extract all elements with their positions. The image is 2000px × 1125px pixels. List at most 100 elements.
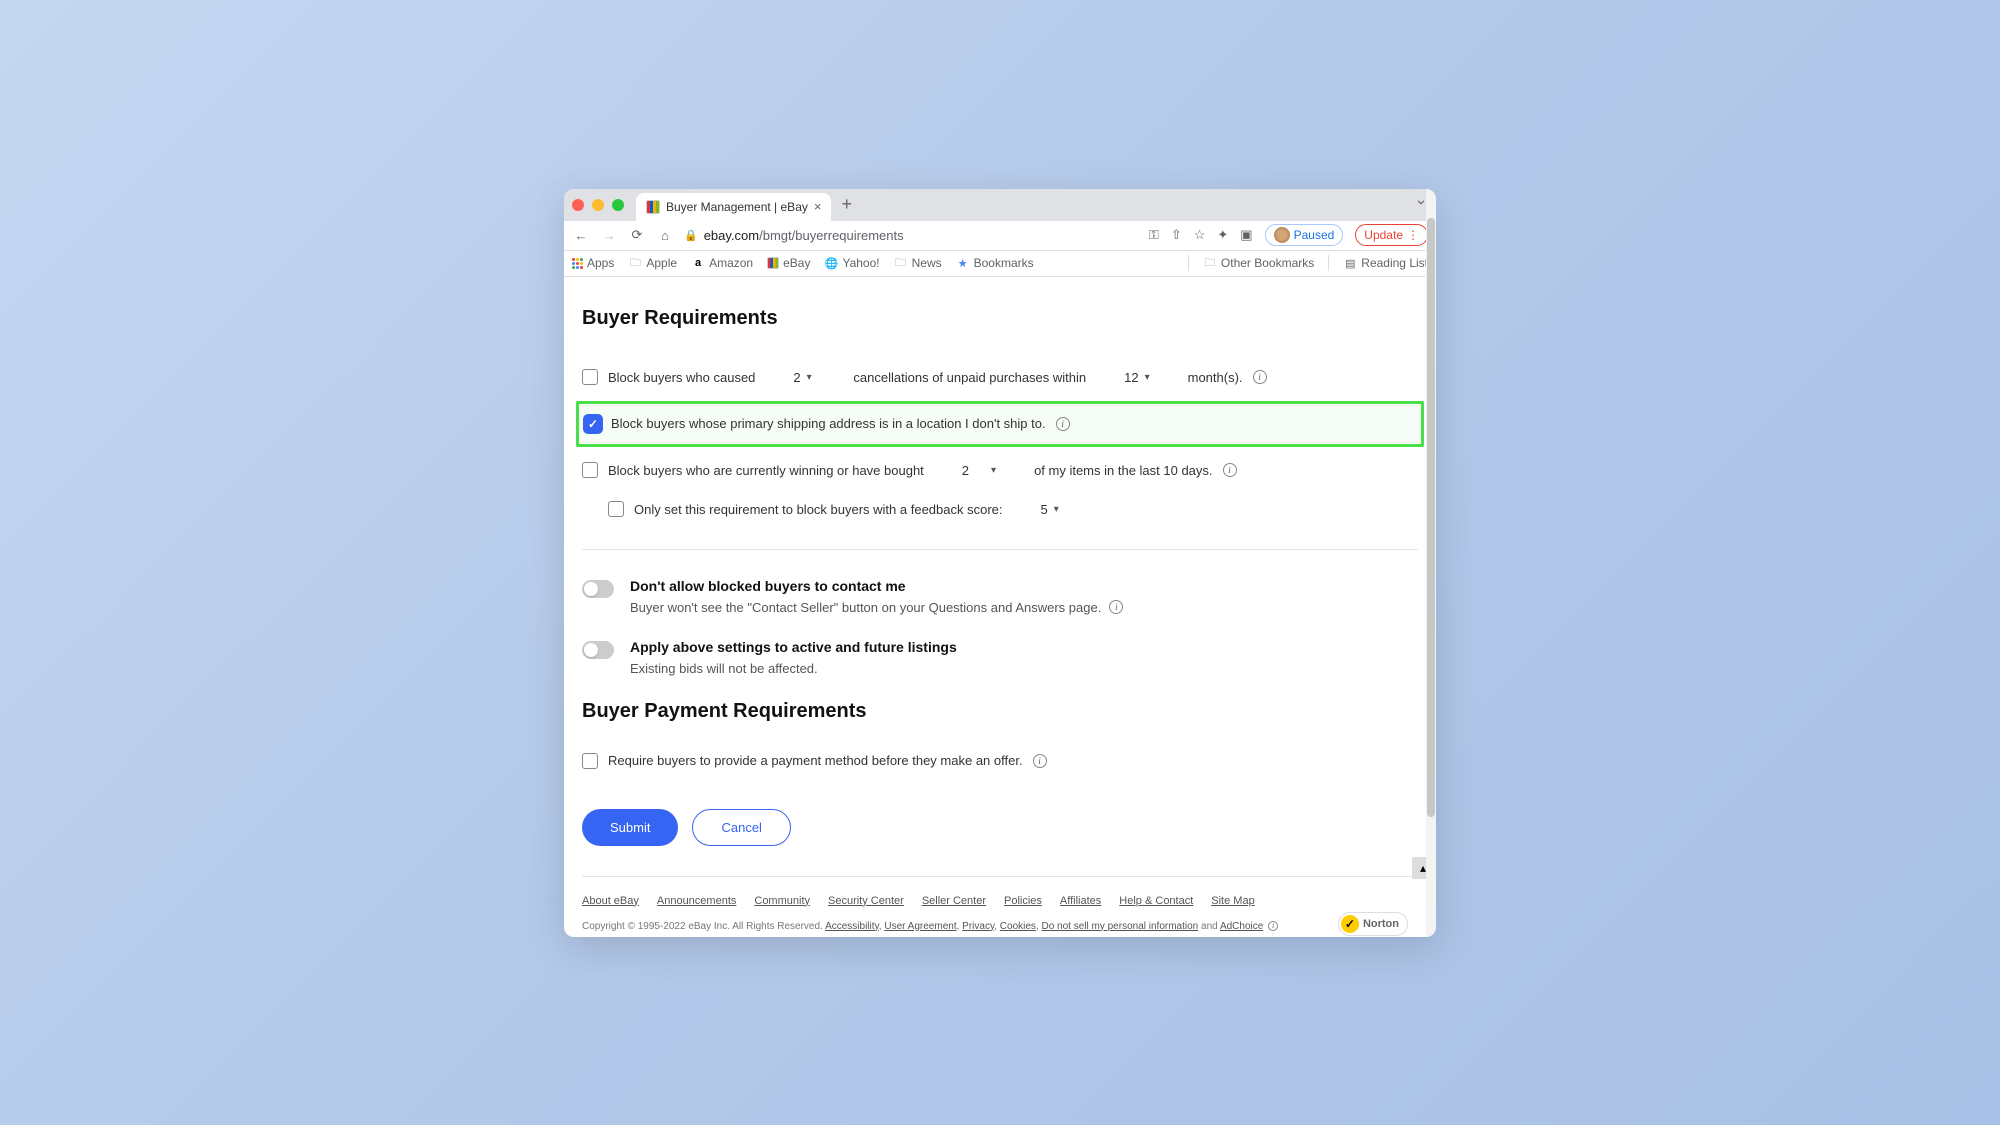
legal-link[interactable]: Cookies [1000, 921, 1036, 932]
require-payment-checkbox[interactable] [582, 753, 598, 769]
label-text: of my items in the last 10 days. [1034, 463, 1212, 478]
browser-tab[interactable]: Buyer Management | eBay × [636, 193, 831, 221]
globe-icon: 🌐 [824, 256, 838, 270]
apps-label: Apps [587, 256, 614, 270]
footer-link[interactable]: Announcements [657, 895, 737, 907]
page-title: Buyer Requirements [582, 307, 1418, 330]
unpaid-count-select[interactable]: 2 ▾ [789, 368, 819, 387]
divider [1188, 255, 1189, 271]
require-payment-row: Require buyers to provide a payment meth… [582, 743, 1418, 779]
forward-button[interactable]: → [600, 228, 618, 243]
divider [1328, 255, 1329, 271]
norton-label: Norton [1363, 918, 1399, 930]
bookmark-yahoo[interactable]: 🌐Yahoo! [824, 256, 879, 270]
bookmark-star-icon[interactable]: ☆ [1194, 227, 1206, 243]
bookmark-bookmarks[interactable]: ★Bookmarks [956, 256, 1034, 270]
close-window-button[interactable] [572, 199, 584, 211]
info-icon[interactable] [1268, 921, 1278, 931]
feedback-score-checkbox[interactable] [608, 501, 624, 517]
star-icon: ★ [956, 256, 970, 270]
toggle-contact-row: Don't allow blocked buyers to contact me… [582, 578, 1418, 615]
url-input[interactable]: 🔒 ebay.com/bmgt/buyerrequirements [684, 228, 1139, 243]
toggle-desc: Existing bids will not be affected. [630, 661, 818, 676]
chevron-down-icon: ▾ [991, 465, 996, 476]
bookmark-apple[interactable]: 🗀Apple [628, 256, 677, 270]
norton-badge[interactable]: ✓ Norton [1338, 912, 1408, 936]
legal-link[interactable]: Accessibility [825, 921, 879, 932]
footer-link[interactable]: Security Center [828, 895, 904, 907]
winning-count-select[interactable]: 2 ▾ [958, 461, 1000, 480]
cancel-button[interactable]: Cancel [692, 809, 790, 846]
traffic-lights [572, 199, 624, 211]
close-tab-icon[interactable]: × [814, 199, 822, 214]
home-button[interactable]: ⌂ [656, 228, 674, 243]
chevron-down-icon: ▾ [807, 372, 812, 383]
new-tab-button[interactable]: + [841, 194, 852, 215]
footer-link[interactable]: Affiliates [1060, 895, 1101, 907]
info-icon[interactable] [1033, 754, 1047, 768]
feedback-score-row: Only set this requirement to block buyer… [582, 490, 1418, 529]
block-contact-toggle[interactable] [582, 580, 614, 598]
url-text: ebay.com/bmgt/buyerrequirements [704, 228, 904, 243]
divider [582, 549, 1418, 550]
bookmark-amazon[interactable]: aAmazon [691, 256, 753, 270]
unpaid-months-select[interactable]: 12 ▾ [1120, 368, 1154, 387]
label-text: Block buyers whose primary shipping addr… [611, 416, 1046, 431]
footer-link[interactable]: Policies [1004, 895, 1042, 907]
vertical-scrollbar[interactable] [1426, 189, 1436, 937]
reload-button[interactable]: ⟳ [628, 227, 646, 243]
info-icon[interactable] [1056, 417, 1070, 431]
profile-paused-pill[interactable]: Paused [1265, 224, 1344, 246]
info-icon[interactable] [1223, 463, 1237, 477]
block-unpaid-checkbox[interactable] [582, 369, 598, 385]
feedback-score-select[interactable]: 5 ▾ [1037, 500, 1067, 519]
avatar-icon [1274, 227, 1290, 243]
apply-listings-toggle[interactable] [582, 641, 614, 659]
apps-grid-icon [572, 258, 583, 269]
other-bookmarks[interactable]: 🗀Other Bookmarks [1203, 256, 1314, 270]
bookmark-ebay[interactable]: eBay [767, 256, 810, 270]
footer-link[interactable]: Community [754, 895, 810, 907]
footer-link[interactable]: About eBay [582, 895, 639, 907]
footer-link[interactable]: Help & Contact [1119, 895, 1193, 907]
legal-link[interactable]: Do not sell my personal information [1041, 921, 1198, 932]
chevron-down-icon: ▾ [1054, 504, 1059, 515]
footer: About eBay Announcements Community Secur… [582, 876, 1418, 937]
button-row: Submit Cancel [582, 809, 1418, 846]
paused-label: Paused [1294, 228, 1335, 242]
ebay-icon [767, 257, 779, 269]
toolbar-right: ⚿ ⇧ ☆ ✦ ▣ Paused Update ⋮ [1149, 224, 1428, 246]
address-bar: ← → ⟳ ⌂ 🔒 ebay.com/bmgt/buyerrequirement… [564, 221, 1436, 251]
info-icon[interactable] [1109, 600, 1123, 614]
legal-link[interactable]: Privacy [962, 921, 994, 932]
lock-icon: 🔒 [684, 229, 698, 242]
footer-link[interactable]: Site Map [1211, 895, 1254, 907]
page-content: Buyer Requirements Block buyers who caus… [564, 277, 1436, 937]
back-button[interactable]: ← [572, 228, 590, 243]
label-text: Block buyers who caused [608, 370, 755, 385]
cast-icon[interactable]: ▣ [1240, 227, 1252, 243]
submit-button[interactable]: Submit [582, 809, 678, 846]
toggle-desc: Buyer won't see the "Contact Seller" but… [630, 600, 1101, 615]
tab-strip: Buyer Management | eBay × + [564, 189, 1436, 221]
legal-link[interactable]: AdChoice [1220, 921, 1263, 932]
minimize-window-button[interactable] [592, 199, 604, 211]
legal-link[interactable]: User Agreement [884, 921, 956, 932]
apps-shortcut[interactable]: Apps [572, 256, 614, 270]
chevron-down-icon: ▾ [1145, 372, 1150, 383]
footer-link[interactable]: Seller Center [922, 895, 986, 907]
bookmark-news[interactable]: 🗀News [894, 256, 942, 270]
scrollbar-thumb[interactable] [1427, 218, 1435, 816]
extensions-icon[interactable]: ✦ [1217, 227, 1228, 243]
block-shipping-checkbox[interactable] [585, 416, 601, 432]
key-icon[interactable]: ⚿ [1149, 227, 1159, 243]
toggle-title: Apply above settings to active and futur… [630, 639, 957, 655]
maximize-window-button[interactable] [612, 199, 624, 211]
update-button[interactable]: Update ⋮ [1355, 224, 1428, 246]
bookmarks-bar: Apps 🗀Apple aAmazon eBay 🌐Yahoo! 🗀News ★… [564, 251, 1436, 277]
reading-list[interactable]: ▤Reading List [1343, 256, 1428, 270]
share-icon[interactable]: ⇧ [1171, 227, 1182, 243]
info-icon[interactable] [1253, 370, 1267, 384]
block-winning-checkbox[interactable] [582, 462, 598, 478]
label-text: month(s). [1188, 370, 1243, 385]
